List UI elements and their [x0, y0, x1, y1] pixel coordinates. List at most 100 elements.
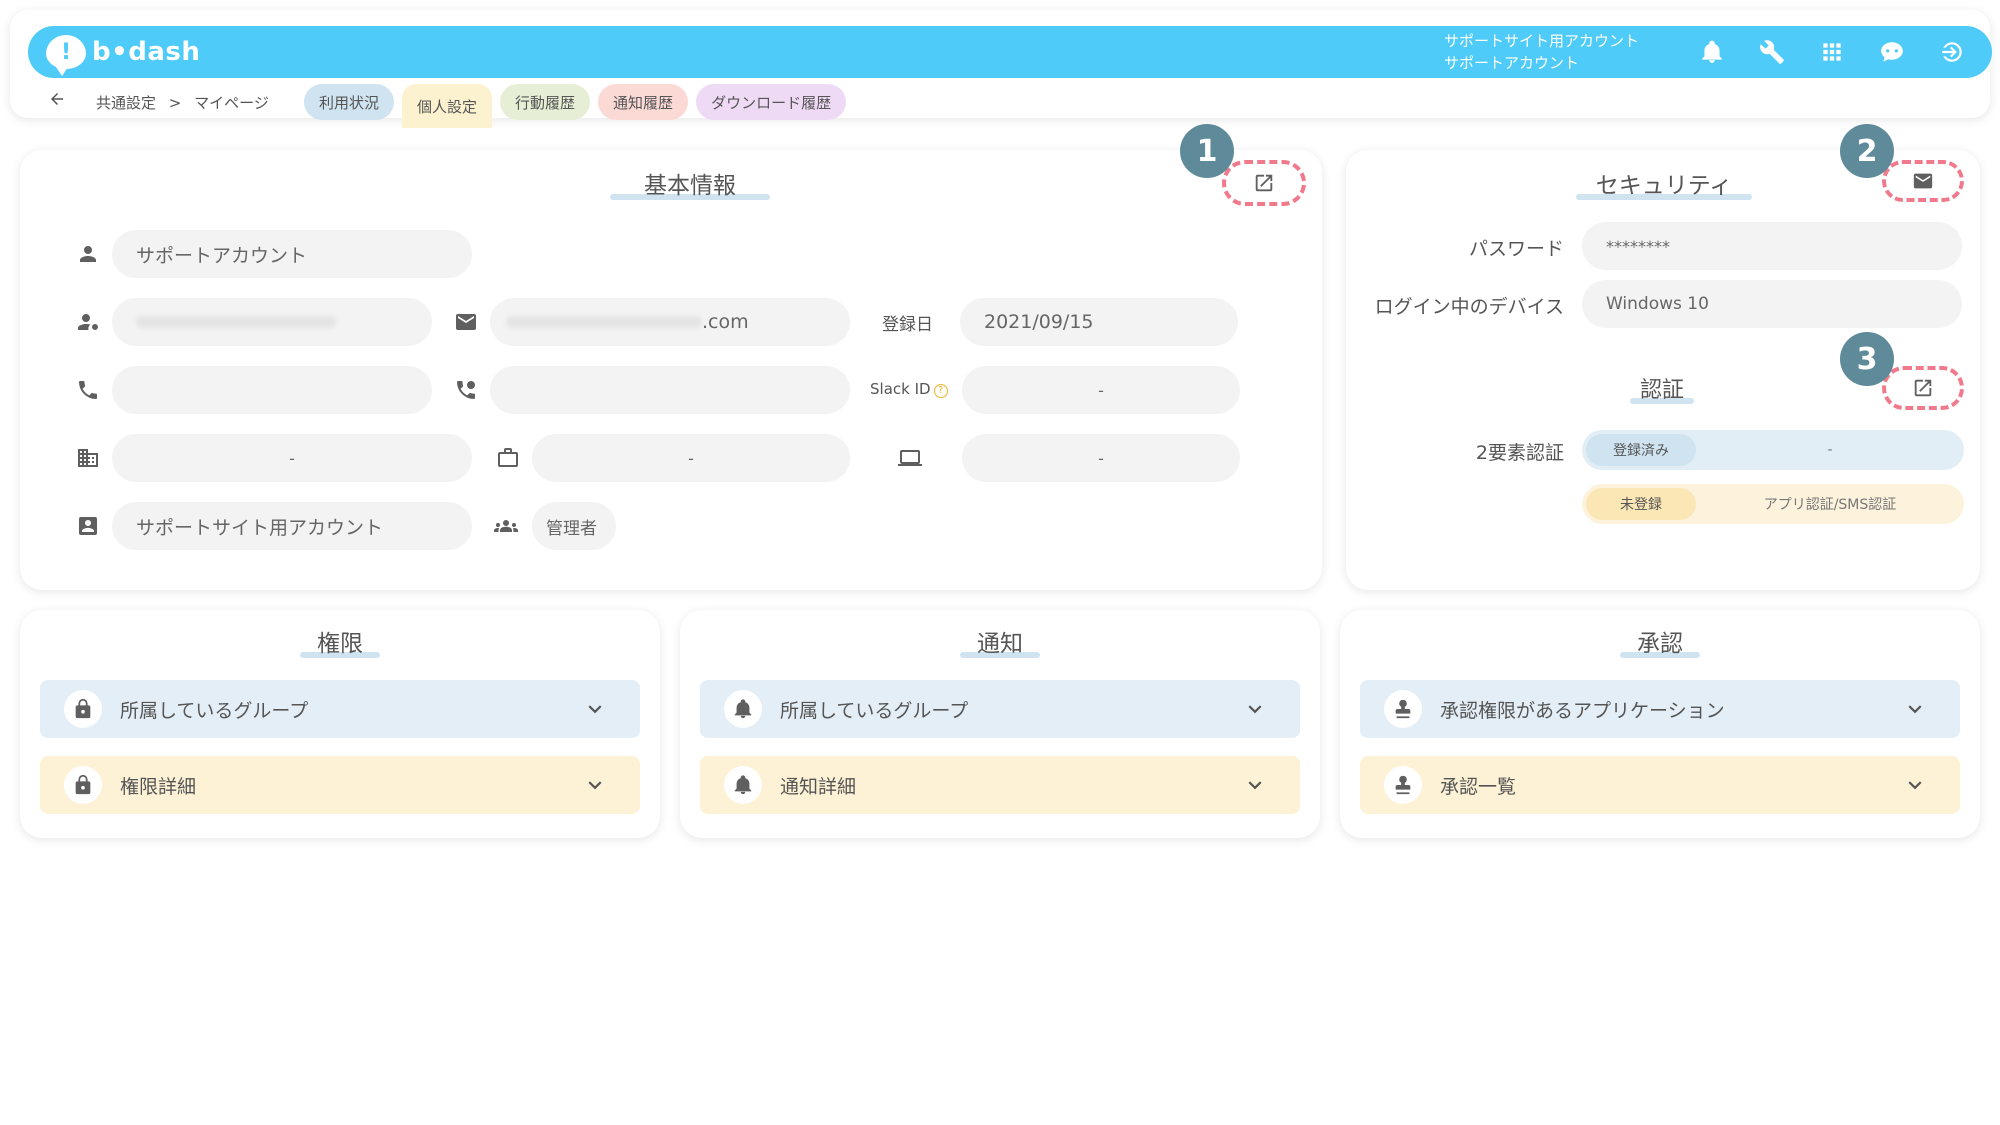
person-icon	[74, 240, 102, 268]
notifications-card: 通知 所属しているグループ 通知詳細	[680, 610, 1320, 838]
breadcrumb-common-settings[interactable]: 共通設定	[96, 94, 156, 112]
logo[interactable]: ! b•dash	[46, 33, 201, 76]
phone-field	[112, 366, 432, 414]
tab-personal-settings[interactable]: 個人設定	[402, 84, 493, 128]
callout-badge-3: 3	[1840, 332, 1894, 386]
two-factor-status-registered: 登録済み	[1586, 434, 1696, 466]
breadcrumb: 共通設定 > マイページ	[96, 92, 277, 113]
edit-icon	[1914, 379, 1932, 397]
breadcrumb-mypage: マイページ	[194, 94, 269, 112]
permissions-title: 権限	[300, 624, 380, 660]
accordion-permission-groups[interactable]: 所属しているグループ	[40, 680, 640, 738]
role-field: 管理者	[532, 502, 616, 550]
building-icon	[74, 444, 102, 472]
blurred-email	[506, 316, 702, 328]
callout-badge-1: 1	[1180, 124, 1234, 178]
device-field: -	[962, 434, 1240, 482]
accordion-label: 通知詳細	[780, 775, 857, 798]
approval-card: 承認 承認権限があるアプリケーション 承認一覧	[1340, 610, 1980, 838]
password-field: ********	[1582, 222, 1962, 270]
accordion-notification-details[interactable]: 通知詳細	[700, 756, 1300, 814]
registration-date-field: 2021/09/15	[960, 298, 1238, 346]
two-factor-label: 2要素認証	[1475, 442, 1564, 464]
department-field: -	[532, 434, 850, 482]
tab-list: 利用状況 個人設定 行動履歴 通知履歴 ダウンロード履歴	[304, 84, 854, 128]
chevron-down-icon	[1240, 694, 1270, 724]
two-factor-row-registered[interactable]: 登録済み -	[1582, 430, 1964, 470]
back-arrow-icon[interactable]	[48, 90, 72, 114]
phone-extension-icon	[452, 376, 480, 404]
user-account-group: サポートサイト用アカウント	[1444, 32, 1640, 50]
breadcrumb-separator: >	[168, 94, 182, 112]
bell-icon	[724, 766, 762, 804]
bell-icon[interactable]	[1682, 34, 1742, 70]
edit-basic-info-button[interactable]	[1245, 164, 1283, 202]
accordion-label: 所属しているグループ	[780, 699, 969, 722]
auth-title: 認証	[1630, 372, 1694, 406]
help-icon[interactable]: ?	[933, 384, 948, 398]
notifications-title: 通知	[960, 624, 1040, 660]
permissions-card: 権限 所属しているグループ 権限詳細	[20, 610, 660, 838]
mail-icon	[452, 308, 480, 336]
email-field: .com	[490, 298, 850, 346]
accordion-label: 承認一覧	[1440, 775, 1517, 798]
two-factor-status-unregistered: 未登録	[1586, 488, 1696, 520]
security-title: セキュリティ	[1576, 166, 1752, 202]
send-password-mail-button[interactable]	[1904, 162, 1942, 200]
chevron-down-icon	[1240, 770, 1270, 800]
basic-info-title: 基本情報	[610, 166, 770, 202]
lock-icon	[64, 690, 102, 728]
laptop-icon	[896, 444, 924, 472]
sub-navigation: 共通設定 > マイページ 利用状況 個人設定 行動履歴 通知履歴 ダウンロード履…	[28, 84, 1988, 128]
group-icon	[492, 512, 520, 540]
stamp-icon	[1384, 766, 1422, 804]
password-label: パスワード	[1468, 238, 1564, 260]
briefcase-icon	[494, 444, 522, 472]
basic-info-card: 基本情報 1 サポートアカウント .com 登録日 2021/09/15 Sla…	[20, 124, 1322, 590]
two-factor-value-unregistered: アプリ認証/SMS認証	[1763, 497, 1897, 513]
two-factor-value-registered: -	[1827, 442, 1833, 458]
logout-icon[interactable]	[1922, 34, 1982, 70]
phone-icon	[74, 376, 102, 404]
accordion-label: 権限詳細	[120, 775, 197, 798]
two-factor-row-unregistered[interactable]: 未登録 アプリ認証/SMS認証	[1582, 484, 1964, 524]
slack-id-field: -	[962, 366, 1240, 414]
tab-activity-history[interactable]: 行動履歴	[500, 84, 591, 120]
bell-icon	[724, 690, 762, 728]
tab-notification-history[interactable]: 通知履歴	[598, 84, 689, 120]
blurred-user-id	[136, 316, 336, 328]
top-bar: ! b•dash サポートサイト用アカウント サポートアカウント	[28, 26, 1992, 78]
slack-id-label: Slack ID?	[870, 380, 948, 398]
accordion-notification-groups[interactable]: 所属しているグループ	[700, 680, 1300, 738]
chevron-down-icon	[580, 694, 610, 724]
person-id-icon	[74, 308, 102, 336]
name-field: サポートアカウント	[112, 230, 472, 278]
logo-text: b•dash	[92, 37, 201, 67]
accordion-label: 所属しているグループ	[120, 699, 309, 722]
chevron-down-icon	[580, 770, 610, 800]
edit-auth-button[interactable]	[1904, 369, 1942, 407]
tab-usage[interactable]: 利用状況	[304, 84, 395, 120]
company-field: -	[112, 434, 472, 482]
callout-badge-2: 2	[1840, 124, 1894, 178]
account-box-icon	[74, 512, 102, 540]
accordion-permission-details[interactable]: 権限詳細	[40, 756, 640, 814]
tab-download-history[interactable]: ダウンロード履歴	[696, 84, 847, 120]
accordion-approval-list[interactable]: 承認一覧	[1360, 756, 1960, 814]
user-id-field	[112, 298, 432, 346]
accordion-label: 承認権限があるアプリケーション	[1440, 699, 1725, 722]
wrench-icon[interactable]	[1742, 34, 1802, 70]
login-device-field: Windows 10	[1582, 280, 1962, 328]
accordion-approval-applications[interactable]: 承認権限があるアプリケーション	[1360, 680, 1960, 738]
registration-date-label: 登録日	[882, 315, 933, 335]
account-name-field: サポートサイト用アカウント	[112, 502, 472, 550]
chat-bot-icon[interactable]	[1862, 34, 1922, 70]
login-device-label: ログイン中のデバイス	[1374, 296, 1564, 318]
chevron-down-icon	[1900, 694, 1930, 724]
approval-title: 承認	[1620, 624, 1700, 660]
mail-icon	[1913, 173, 1933, 189]
phone-extension-field	[490, 366, 850, 414]
apps-grid-icon[interactable]	[1802, 34, 1862, 70]
lock-icon	[64, 766, 102, 804]
edit-icon	[1255, 174, 1273, 192]
